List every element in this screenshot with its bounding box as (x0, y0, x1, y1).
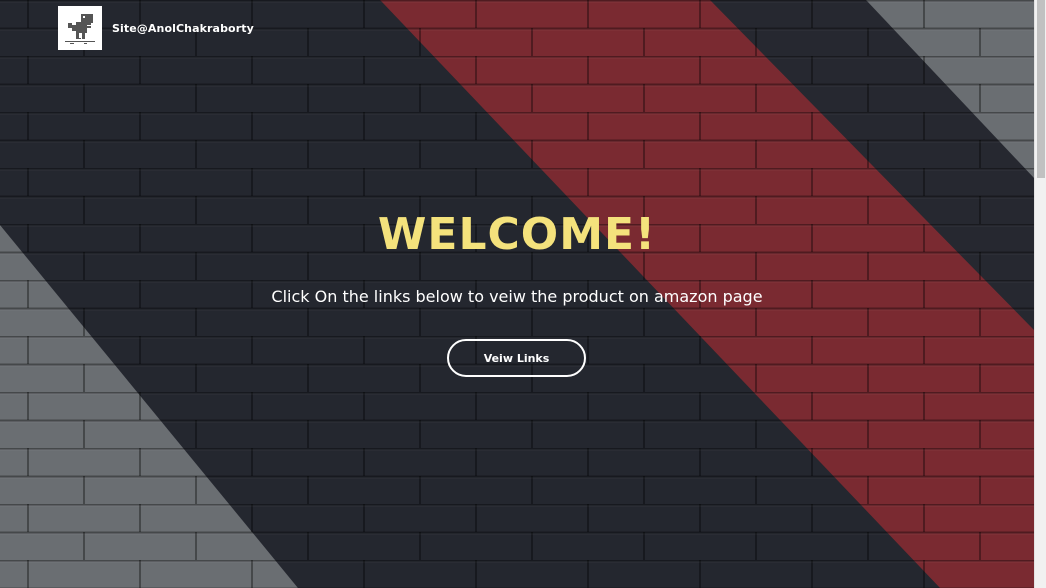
vertical-scrollbar[interactable] (1034, 0, 1046, 588)
site-brand-name[interactable]: Site@AnolChakraborty (112, 22, 254, 35)
site-header: Site@AnolChakraborty (58, 6, 254, 50)
hero-section: Site@AnolChakraborty WELCOME! Click On t… (0, 0, 1034, 588)
scrollbar-thumb[interactable] (1037, 0, 1045, 178)
browser-viewport: Site@AnolChakraborty WELCOME! Click On t… (0, 0, 1046, 588)
hero-title: WELCOME! (377, 209, 657, 260)
view-links-button[interactable]: Veiw Links (447, 339, 586, 377)
logo[interactable] (58, 6, 102, 50)
hero-subtitle: Click On the links below to veiw the pro… (271, 287, 763, 306)
dino-icon (65, 14, 95, 44)
